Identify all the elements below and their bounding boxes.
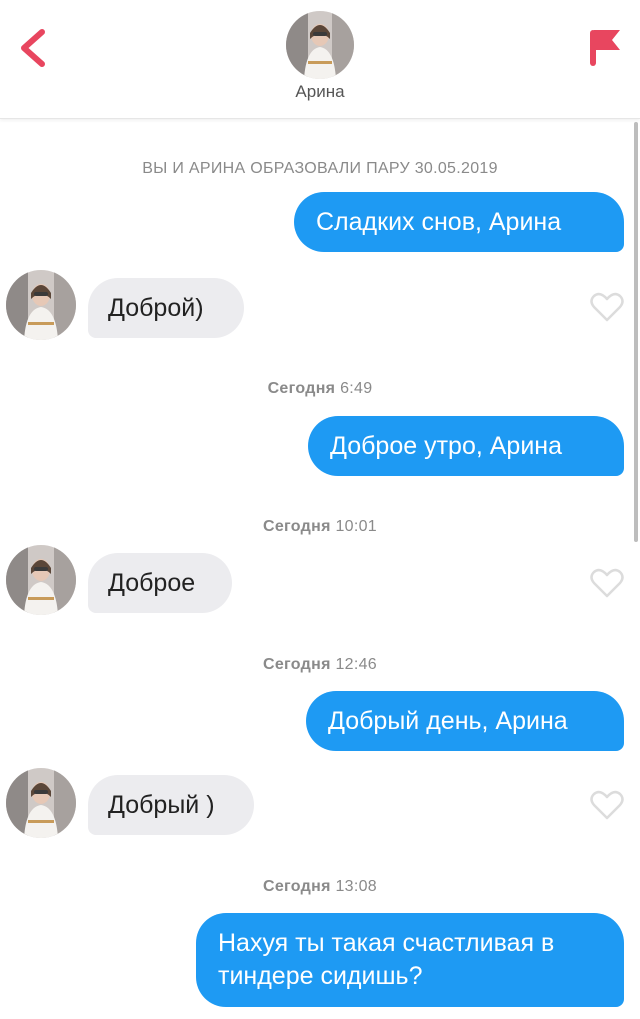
separator-day: Сегодня	[262, 878, 331, 895]
separator-time: 6:49	[340, 380, 373, 397]
back-button[interactable]	[14, 26, 58, 70]
report-button[interactable]	[584, 24, 628, 70]
chevron-left-icon	[21, 29, 45, 67]
outgoing-message[interactable]: Добрый день, Арина	[306, 691, 624, 751]
separator-time: 13:08	[335, 878, 378, 895]
time-separator: Сегодня 12:46	[0, 656, 640, 674]
heart-outline-icon	[590, 292, 624, 322]
contact-name: Арина	[295, 82, 345, 101]
incoming-message[interactable]: Добрый )	[88, 775, 254, 835]
contact-avatar-small[interactable]	[6, 768, 76, 838]
time-separator: Сегодня 13:08	[0, 878, 640, 896]
separator-day: Сегодня	[267, 380, 336, 397]
contact-avatar-small[interactable]	[6, 270, 76, 340]
chat-screen: Арина ВЫ И АРИНА ОБРАЗОВАЛИ ПАРУ 30.05.2…	[0, 0, 640, 1019]
scrollbar[interactable]	[634, 122, 638, 542]
like-button[interactable]	[590, 292, 624, 322]
heart-outline-icon	[590, 568, 624, 598]
like-button[interactable]	[590, 790, 624, 820]
contact-avatar-small[interactable]	[6, 545, 76, 615]
separator-time: 12:46	[335, 656, 378, 673]
time-separator: Сегодня 10:01	[0, 518, 640, 536]
chat-header: Арина	[0, 0, 640, 119]
outgoing-message[interactable]: Сладких снов, Арина	[294, 192, 624, 252]
outgoing-message[interactable]: Нахуя ты такая счастливая в тиндере сиди…	[196, 913, 624, 1007]
match-notice: ВЫ И АРИНА ОБРАЗОВАЛИ ПАРУ 30.05.2019	[142, 160, 498, 177]
flag-icon	[590, 30, 620, 66]
incoming-message[interactable]: Доброй)	[88, 278, 244, 338]
separator-day: Сегодня	[262, 656, 331, 673]
outgoing-message[interactable]: Доброе утро, Арина	[308, 416, 624, 476]
heart-outline-icon	[590, 790, 624, 820]
separator-time: 10:01	[335, 518, 378, 535]
separator-day: Сегодня	[262, 518, 331, 535]
like-button[interactable]	[590, 568, 624, 598]
time-separator: Сегодня 6:49	[0, 380, 640, 398]
incoming-message[interactable]: Доброе	[88, 553, 232, 613]
contact-avatar[interactable]	[286, 11, 354, 79]
